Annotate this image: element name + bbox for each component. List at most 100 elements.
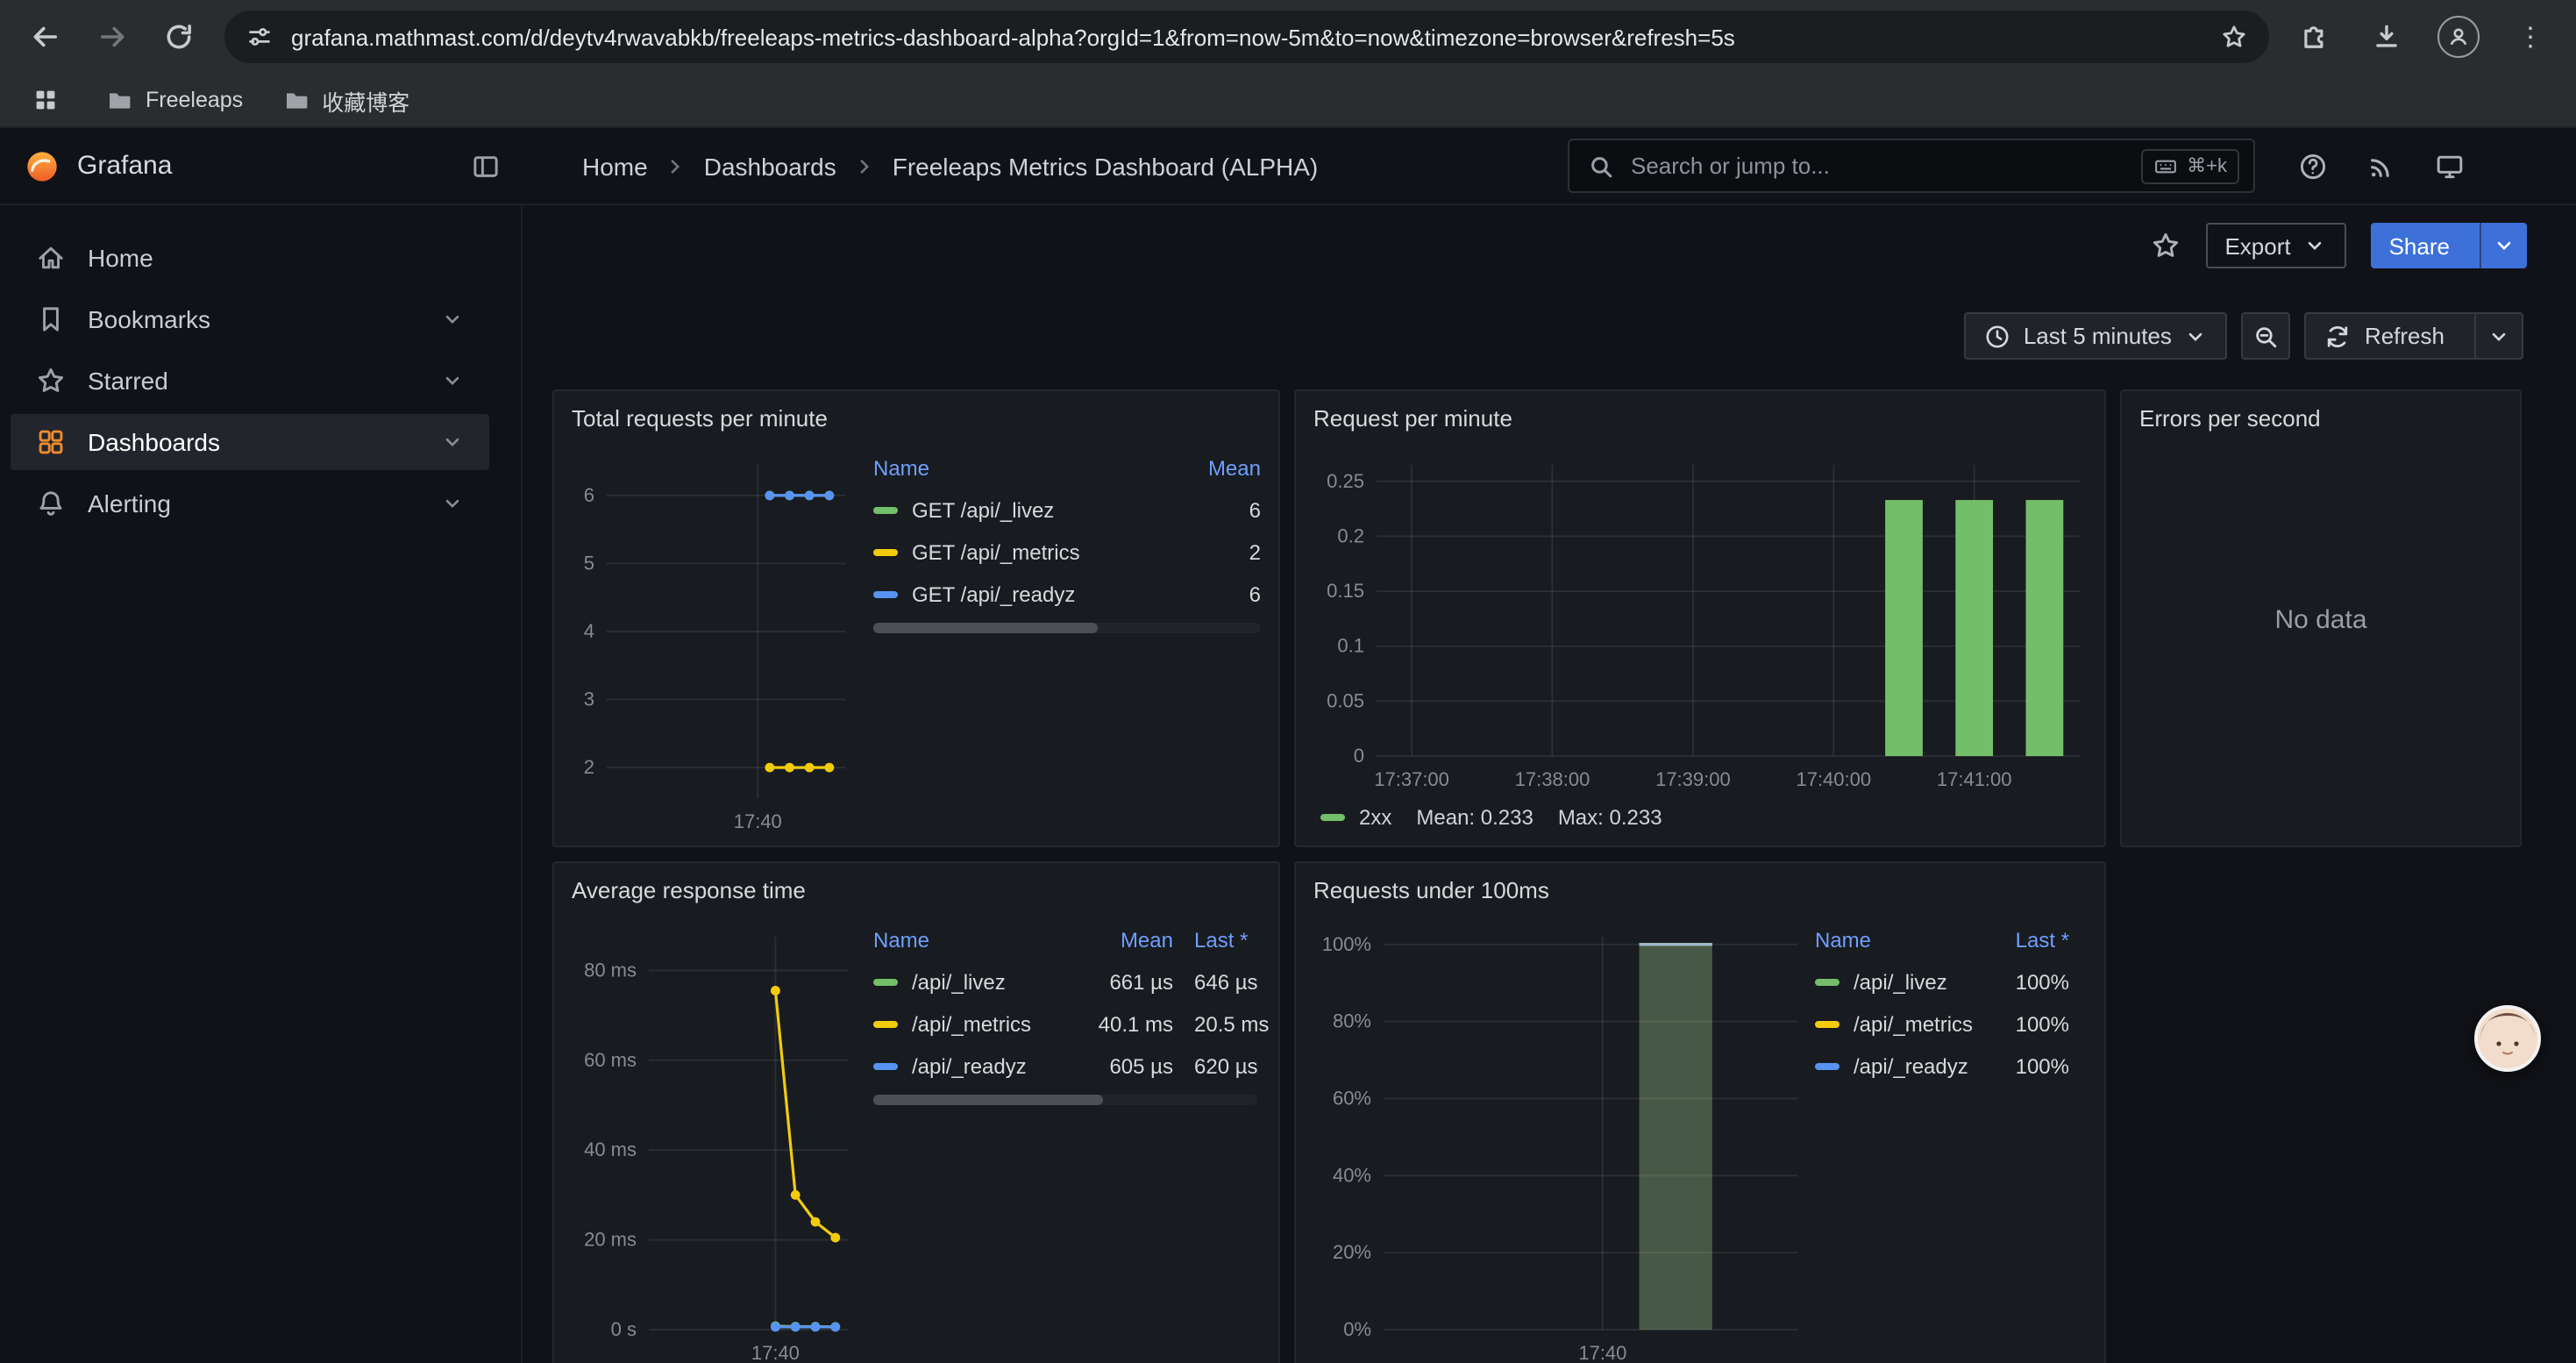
legend-series[interactable]: /api/_metrics (1815, 1012, 1978, 1037)
refresh-interval-button[interactable] (2474, 314, 2522, 358)
folder-icon (281, 86, 310, 114)
svg-text:2: 2 (584, 756, 594, 778)
legend-row: /api/_metrics40.1 ms20.5 ms (873, 1003, 1280, 1045)
legend-series[interactable]: /api/_metrics (873, 1012, 1064, 1037)
sidebar-item-dashboards[interactable]: Dashboards (11, 414, 489, 470)
series-color-marker (1320, 814, 1345, 821)
export-button[interactable]: Export (2205, 223, 2346, 268)
sidebar-item-starred[interactable]: Starred (11, 353, 489, 409)
panel-title[interactable]: Total requests per minute (554, 391, 1278, 444)
legend-col-name[interactable]: Name (873, 928, 1064, 953)
legend-series[interactable]: /api/_readyz (1815, 1054, 1978, 1079)
bar-chart[interactable]: 100%80%60%40%20%0%17:40 (1303, 916, 1811, 1363)
downloads-button[interactable] (2366, 16, 2408, 58)
legend-series[interactable]: /api/_livez (873, 970, 1064, 995)
panel-title[interactable]: Errors per second (2122, 391, 2520, 444)
share-button[interactable]: Share (2372, 223, 2467, 268)
legend-col[interactable]: Mean (1064, 928, 1173, 953)
browser-menu-button[interactable]: ⋮ (2509, 16, 2551, 58)
panel-title[interactable]: Average response time (554, 863, 1278, 916)
series-color-marker (1815, 979, 1839, 986)
legend-value: 100% (1978, 1012, 2069, 1037)
sidebar-item-alerting[interactable]: Alerting (11, 475, 489, 532)
help-button[interactable] (2297, 150, 2329, 182)
chevron-down-icon[interactable] (440, 491, 465, 516)
sidebar-item-bookmarks[interactable]: Bookmarks (11, 291, 489, 347)
series-color-marker (873, 979, 898, 986)
back-button[interactable] (25, 16, 67, 58)
legend-col[interactable]: Mean (1173, 456, 1261, 481)
svg-text:5: 5 (584, 552, 594, 574)
share-menu-button[interactable] (2480, 223, 2527, 268)
sidebar-item-home[interactable]: Home (11, 230, 489, 286)
bookmark-folder-blogs[interactable]: 收藏博客 (281, 83, 409, 117)
legend-col-name[interactable]: Name (1815, 928, 1978, 953)
zoom-out-time-button[interactable] (2242, 312, 2291, 360)
search-input[interactable]: Search or jump to... ⌘+k (1568, 139, 2255, 193)
legend-series[interactable]: GET /api/_metrics (873, 540, 1173, 565)
series-color-marker (1815, 1021, 1839, 1028)
bar-chart[interactable]: 0.250.20.150.10.05017:37:0017:38:0017:39… (1310, 444, 2094, 795)
legend-value: 6 (1173, 498, 1261, 523)
legend-row: /api/_readyz605 µs620 µs (873, 1045, 1280, 1088)
sidebar-toggle-button[interactable] (470, 150, 502, 182)
legend-col[interactable]: Last * (1978, 928, 2069, 953)
refresh-button[interactable]: Refresh (2307, 314, 2462, 358)
legend-series[interactable]: /api/_livez (1815, 970, 1978, 995)
browser-profile-button[interactable] (2437, 16, 2480, 58)
legend-series[interactable]: GET /api/_readyz (873, 582, 1173, 607)
legend-value: 646 µs (1173, 970, 1280, 995)
share-split-button: Share (2372, 223, 2527, 268)
legend-header: NameLast * (1815, 919, 2069, 961)
chevron-down-icon[interactable] (440, 430, 465, 454)
legend-scrollbar[interactable] (873, 623, 1261, 633)
panel-title[interactable]: Requests under 100ms (1296, 863, 2104, 916)
panel-body: 0.250.20.150.10.05017:37:0017:38:0017:39… (1296, 444, 2104, 795)
series-name: /api/_metrics (912, 1012, 1031, 1037)
chevron-down-icon[interactable] (440, 368, 465, 393)
legend-value: 2 (1173, 540, 1261, 565)
legend-value: 100% (1978, 970, 2069, 995)
floating-assistant-avatar[interactable] (2474, 1005, 2541, 1072)
svg-text:17:38:00: 17:38:00 (1515, 768, 1590, 790)
legend-row: GET /api/_livez6 (873, 489, 1261, 532)
scrollbar-thumb[interactable] (873, 1095, 1104, 1105)
timeseries-chart[interactable]: 80 ms60 ms40 ms20 ms0 s17:40 (561, 916, 859, 1363)
scrollbar-thumb[interactable] (873, 623, 1098, 633)
star-icon (2149, 230, 2181, 261)
legend-table: NameLast */api/_livez100%/api/_metrics10… (1815, 919, 2069, 1088)
panel-title[interactable]: Request per minute (1296, 391, 2104, 444)
user-avatar[interactable] (2502, 145, 2544, 187)
site-settings-icon[interactable] (246, 23, 274, 51)
url-bar[interactable]: grafana.mathmast.com/d/deytv4rwavabkb/fr… (224, 11, 2269, 63)
panel-requests-under-100ms: Requests under 100ms 100%80%60%40%20%0%1… (1294, 861, 2106, 1363)
bookmark-folder-freeleaps[interactable]: Freeleaps (105, 86, 243, 114)
apps-shortcut-button[interactable] (25, 79, 67, 121)
chevron-down-icon[interactable] (440, 307, 465, 332)
shortcut-text: ⌘+k (2187, 154, 2227, 177)
forward-button[interactable] (91, 16, 133, 58)
breadcrumb-home[interactable]: Home (582, 152, 648, 180)
time-range-label: Last 5 minutes (2024, 323, 2172, 349)
svg-text:0.05: 0.05 (1327, 689, 1364, 711)
news-rss-button[interactable] (2366, 150, 2397, 182)
url-text[interactable]: grafana.mathmast.com/d/deytv4rwavabkb/fr… (291, 24, 2202, 50)
legend-series[interactable]: /api/_readyz (873, 1054, 1064, 1079)
breadcrumb-dashboards[interactable]: Dashboards (704, 152, 836, 180)
legend-scrollbar[interactable] (873, 1095, 1257, 1105)
favorite-dashboard-button[interactable] (2149, 230, 2181, 261)
time-range-picker[interactable]: Last 5 minutes (1964, 312, 2228, 360)
timeseries-chart[interactable]: 6543217:40 (561, 444, 859, 837)
panel-errors-per-second: Errors per second No data (2120, 389, 2522, 847)
legend-series[interactable]: GET /api/_livez (873, 498, 1173, 523)
legend-col-name[interactable]: Name (873, 456, 1173, 481)
reload-button[interactable] (158, 16, 200, 58)
legend-col[interactable]: Last * (1173, 928, 1280, 953)
legend-value: 100% (1978, 1054, 2069, 1079)
forward-arrow-icon (96, 21, 128, 53)
clock-icon (1983, 322, 2011, 350)
legend-series[interactable]: 2xx (1320, 805, 1391, 830)
extensions-button[interactable] (2294, 16, 2336, 58)
kiosk-monitor-button[interactable] (2434, 150, 2466, 182)
bookmark-star-icon[interactable] (2220, 23, 2248, 51)
